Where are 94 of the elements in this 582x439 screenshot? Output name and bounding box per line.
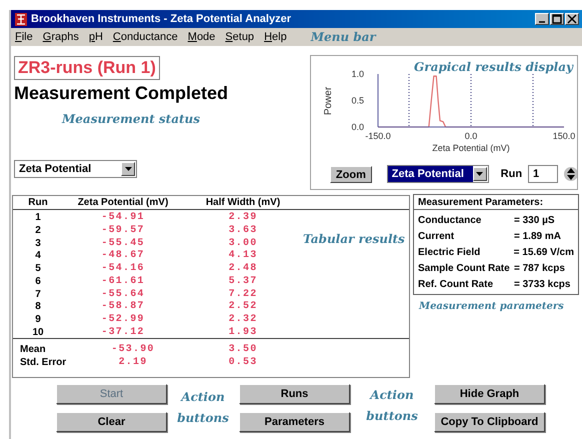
dropdown[interactable]: Zeta Potential xyxy=(386,165,489,183)
table-cell-text: -37.12 xyxy=(100,326,146,340)
run-label: Run xyxy=(500,166,522,182)
table-cell-text: 2.39 xyxy=(228,210,258,225)
table-cell-text: -58.87 xyxy=(100,300,146,314)
parameter-label: Electric Field xyxy=(418,246,482,260)
table-cell-text: 5 xyxy=(34,262,42,276)
column-header: Half Width (mV) xyxy=(204,196,282,210)
annotation-text: buttons xyxy=(177,410,229,427)
axis-title: Zeta Potential (mV) xyxy=(432,143,510,153)
parameter-value: = 3733 kcps xyxy=(514,278,570,292)
parameter-label: Ref. Count Rate xyxy=(418,278,494,292)
table-cell-text: 5.37 xyxy=(228,274,258,289)
tick-label: 0.0 xyxy=(351,122,364,132)
caret-icon xyxy=(472,167,487,181)
action-button[interactable]: Hide Graph xyxy=(434,384,545,404)
action-button[interactable]: Clear xyxy=(56,412,167,432)
tick-label: 150.0 xyxy=(552,131,576,141)
tick-label: 0.0 xyxy=(464,131,478,141)
zoom-button[interactable]: Zoom xyxy=(330,166,372,182)
tick-label: 1.0 xyxy=(351,69,364,79)
tick-label: 0.5 xyxy=(351,96,364,106)
table-cell-text: 2.19 xyxy=(118,356,148,370)
maximize-icon[interactable] xyxy=(550,13,564,25)
app-icon xyxy=(15,12,27,26)
panel-title: Measurement Parameters: xyxy=(414,195,578,210)
dropdown[interactable]: Zeta Potential xyxy=(14,160,137,178)
table-cell-text: -48.67 xyxy=(100,249,146,263)
action-button[interactable]: Parameters xyxy=(239,412,350,432)
action-button[interactable]: Copy To Clipboard xyxy=(434,412,545,432)
parameter-label: Sample Count Rate xyxy=(418,262,511,276)
table-cell-text: 7.22 xyxy=(228,288,258,301)
parameter-value: = 330 µS xyxy=(514,214,555,228)
table-cell-text: -53.90 xyxy=(110,343,156,357)
annotation-text: Measurement status xyxy=(62,111,202,128)
window-title: Brookhaven Instruments - Zeta Potential Analyzer xyxy=(31,12,292,27)
parameter-value: = 787 kcps xyxy=(514,262,565,276)
table-cell-text: 3 xyxy=(34,236,42,250)
action-button[interactable]: Runs xyxy=(239,384,350,404)
table-cell-text: 3.63 xyxy=(228,224,258,238)
table-cell-text: 0.53 xyxy=(228,356,258,370)
menu-item[interactable]: Mode xyxy=(188,28,216,46)
annotation-text: Tabular results xyxy=(303,231,405,248)
table-cell-text: -55.64 xyxy=(100,288,146,301)
sample-title: ZR3-runs (Run 1) xyxy=(14,56,160,80)
menu-item[interactable]: Conductance xyxy=(112,28,178,46)
table-cell-text: -59.57 xyxy=(100,224,146,238)
column-header: Run xyxy=(27,196,49,210)
table-cell-text: -52.99 xyxy=(100,313,146,327)
table-cell-text: Std. Error xyxy=(19,356,68,370)
table-cell-text: 2.48 xyxy=(228,262,258,276)
menu-item[interactable]: pH xyxy=(88,28,103,46)
run-field[interactable]: 1 xyxy=(528,165,558,183)
table-cell-text: 4 xyxy=(34,249,42,264)
menu-item[interactable]: Graphs xyxy=(42,28,79,46)
table-cell-text: -54.16 xyxy=(100,262,146,276)
table-cell-text: 7 xyxy=(34,288,42,302)
table-cell-text: 1.93 xyxy=(228,326,258,340)
menu-item[interactable]: File xyxy=(15,28,33,46)
table-cell-text: -61.61 xyxy=(100,274,146,289)
caret-icon xyxy=(121,162,135,176)
status-text: Measurement Completed xyxy=(14,82,230,104)
table-cell-text: 2.32 xyxy=(228,313,258,327)
table-cell-text: Mean xyxy=(19,343,47,357)
table-cell-text: 1 xyxy=(34,210,42,225)
table-cell-text: 3.00 xyxy=(228,236,258,250)
parameter-label: Current xyxy=(418,230,456,244)
parameter-label: Conductance xyxy=(418,214,482,228)
minimize-icon[interactable] xyxy=(535,13,549,25)
menu-item[interactable]: Help xyxy=(264,28,287,46)
axis-title: Power xyxy=(323,86,334,116)
table-cell-text: -54.91 xyxy=(100,210,146,225)
annotation-text: Action xyxy=(181,389,225,406)
table-cell-text: 2 xyxy=(34,224,42,238)
table-cell-text: 6 xyxy=(34,274,42,289)
spinner-icon[interactable] xyxy=(564,166,577,182)
close-icon[interactable] xyxy=(565,13,579,25)
table-cell-text: 2.52 xyxy=(228,300,258,314)
annotation-text: Measurement parameters xyxy=(419,300,565,314)
parameter-value: = 1.89 mA xyxy=(514,230,561,244)
table-cell-text: 3.50 xyxy=(228,343,258,357)
parameter-value: = 15.69 V/cm xyxy=(514,246,574,260)
annotation-text: Grapical results display xyxy=(414,59,573,76)
menu-item[interactable]: Setup xyxy=(225,28,254,46)
annotation-text: Action xyxy=(370,387,414,404)
tick-label: -150.0 xyxy=(365,131,391,141)
table-cell-text: 10 xyxy=(31,326,45,340)
column-header: Zeta Potential (mV) xyxy=(76,196,170,210)
annotation-text: buttons xyxy=(366,408,418,425)
table-cell-text: 9 xyxy=(34,313,42,328)
table-cell-text: 8 xyxy=(34,300,42,314)
annotation-text: Menu bar xyxy=(310,29,376,46)
table-cell-text: -55.45 xyxy=(100,236,146,250)
table-cell-text: 4.13 xyxy=(228,249,258,263)
